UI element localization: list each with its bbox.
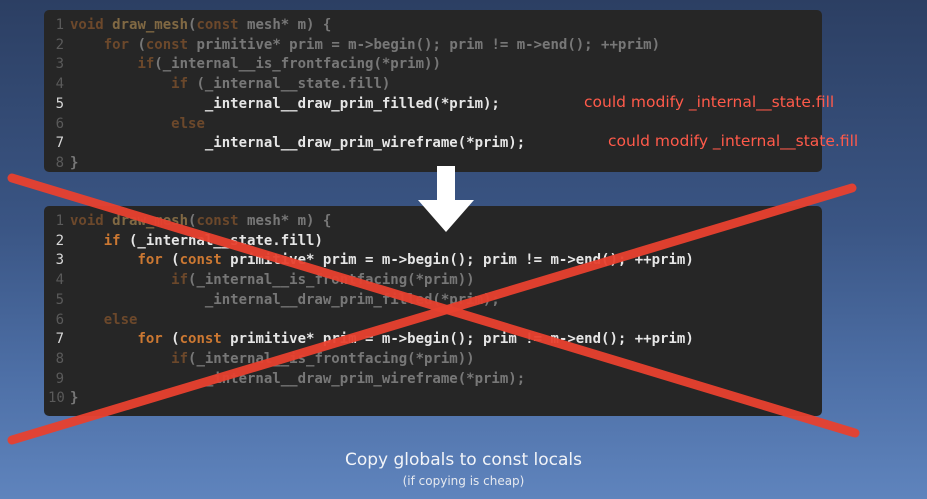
line-number: 5 xyxy=(55,95,64,112)
code-token: mesh* m) { xyxy=(238,17,332,33)
code-token: (_internal__is_frontfacing(*prim)) xyxy=(154,56,441,73)
code-text: for (const primitive* prim = m->begin();… xyxy=(70,251,694,270)
code-text: _internal__draw_prim_filled(*prim); xyxy=(70,291,500,310)
line-number: 6 xyxy=(55,311,64,328)
code-token: else xyxy=(103,311,138,328)
code-token: (_internal__is_frontfacing(*prim)) xyxy=(188,350,475,367)
line-number: 6 xyxy=(55,115,64,132)
line-number: 9 xyxy=(55,370,64,387)
code-token: for xyxy=(137,252,163,269)
code-text: else xyxy=(70,115,205,134)
code-token: if xyxy=(103,232,121,249)
code-token: const xyxy=(196,213,239,229)
code-token: primitive* prim = m->begin(); prim != m-… xyxy=(188,36,661,53)
line-number: 1 xyxy=(55,213,64,229)
code-token: if xyxy=(171,76,189,93)
code-token: (_internal__is_frontfacing(*prim)) xyxy=(188,272,475,289)
line-number: 2 xyxy=(55,36,64,53)
code-token: _internal__draw_prim_wireframe(*prim); xyxy=(204,370,526,387)
code-text: _internal__draw_prim_filled(*prim); xyxy=(70,95,500,114)
code-text: if(_internal__is_frontfacing(*prim)) xyxy=(70,55,441,74)
code-token: primitive* prim = m->begin(); prim != m-… xyxy=(221,331,694,348)
code-text: void draw_mesh(const mesh* m) { xyxy=(70,16,331,35)
line-number: 10 xyxy=(48,390,65,407)
code-text: for (const primitive* prim = m->begin();… xyxy=(70,330,694,349)
code-token: if xyxy=(171,350,189,367)
code-token: ( xyxy=(129,36,146,53)
code-token: void xyxy=(70,213,113,229)
code-panel-hoisted: 1 void draw_mesh(const mesh* m) {2 if (_i… xyxy=(44,206,822,416)
code-token: primitive* prim = m->begin(); prim != m-… xyxy=(221,252,694,269)
code-token: _internal__draw_prim_wireframe(*prim); xyxy=(204,135,526,152)
code-token: for xyxy=(137,331,163,348)
line-number: 3 xyxy=(55,252,64,269)
line-number: 5 xyxy=(55,291,64,308)
code-token: } xyxy=(70,390,79,407)
code-token: } xyxy=(70,154,79,171)
code-text: } xyxy=(70,389,78,408)
code-token: void xyxy=(70,17,113,33)
code-token: const xyxy=(145,36,189,53)
code-token: const xyxy=(179,331,222,348)
line-number: 8 xyxy=(55,350,64,367)
annotation-line5: could modify _internal__state.fill xyxy=(584,93,835,111)
line-number: 1 xyxy=(55,17,64,33)
code-token: mesh* m) { xyxy=(238,213,332,229)
code-text: for (const primitive* prim = m->begin();… xyxy=(70,36,660,55)
code-token: for xyxy=(103,36,130,53)
code-token: const xyxy=(196,17,239,33)
code-text: if (_internal__state.fill) xyxy=(70,75,390,94)
code-token: if xyxy=(137,56,155,73)
code-token: const xyxy=(179,252,222,269)
arrow-down-icon xyxy=(418,166,474,232)
code-text: _internal__draw_prim_wireframe(*prim); xyxy=(70,134,525,153)
code-token: (_internal__state.fill) xyxy=(188,76,391,93)
code-token: ( xyxy=(162,252,180,269)
code-token: draw_mesh xyxy=(112,17,189,33)
line-number: 8 xyxy=(55,154,64,171)
code-token: draw_mesh xyxy=(112,213,189,229)
slide-subcaption: (if copying is cheap) xyxy=(402,474,525,488)
code-token: (_internal__state.fill) xyxy=(120,232,323,249)
line-number: 2 xyxy=(55,232,64,249)
code-text: else xyxy=(70,311,138,330)
code-token: _internal__draw_prim_filled(*prim); xyxy=(204,95,500,112)
line-number: 7 xyxy=(55,135,64,152)
line-number: 7 xyxy=(55,331,64,348)
line-number: 3 xyxy=(55,56,64,73)
code-text: void draw_mesh(const mesh* m) { xyxy=(70,212,331,231)
code-text: if(_internal__is_frontfacing(*prim)) xyxy=(70,350,475,369)
code-text: if (_internal__state.fill) xyxy=(70,232,323,251)
line-number: 4 xyxy=(55,76,64,93)
line-number: 4 xyxy=(55,272,64,289)
code-text: _internal__draw_prim_wireframe(*prim); xyxy=(70,370,525,389)
slide-caption: Copy globals to const locals xyxy=(344,450,583,470)
code-token: ( xyxy=(162,331,180,348)
annotation-line7: could modify _internal__state.fill xyxy=(608,132,859,150)
code-text: } xyxy=(70,154,78,173)
code-text: if(_internal__is_frontfacing(*prim)) xyxy=(70,271,475,290)
code-token: _internal__draw_prim_filled(*prim); xyxy=(204,291,500,308)
code-token: if xyxy=(171,272,189,289)
code-token: else xyxy=(171,115,205,132)
